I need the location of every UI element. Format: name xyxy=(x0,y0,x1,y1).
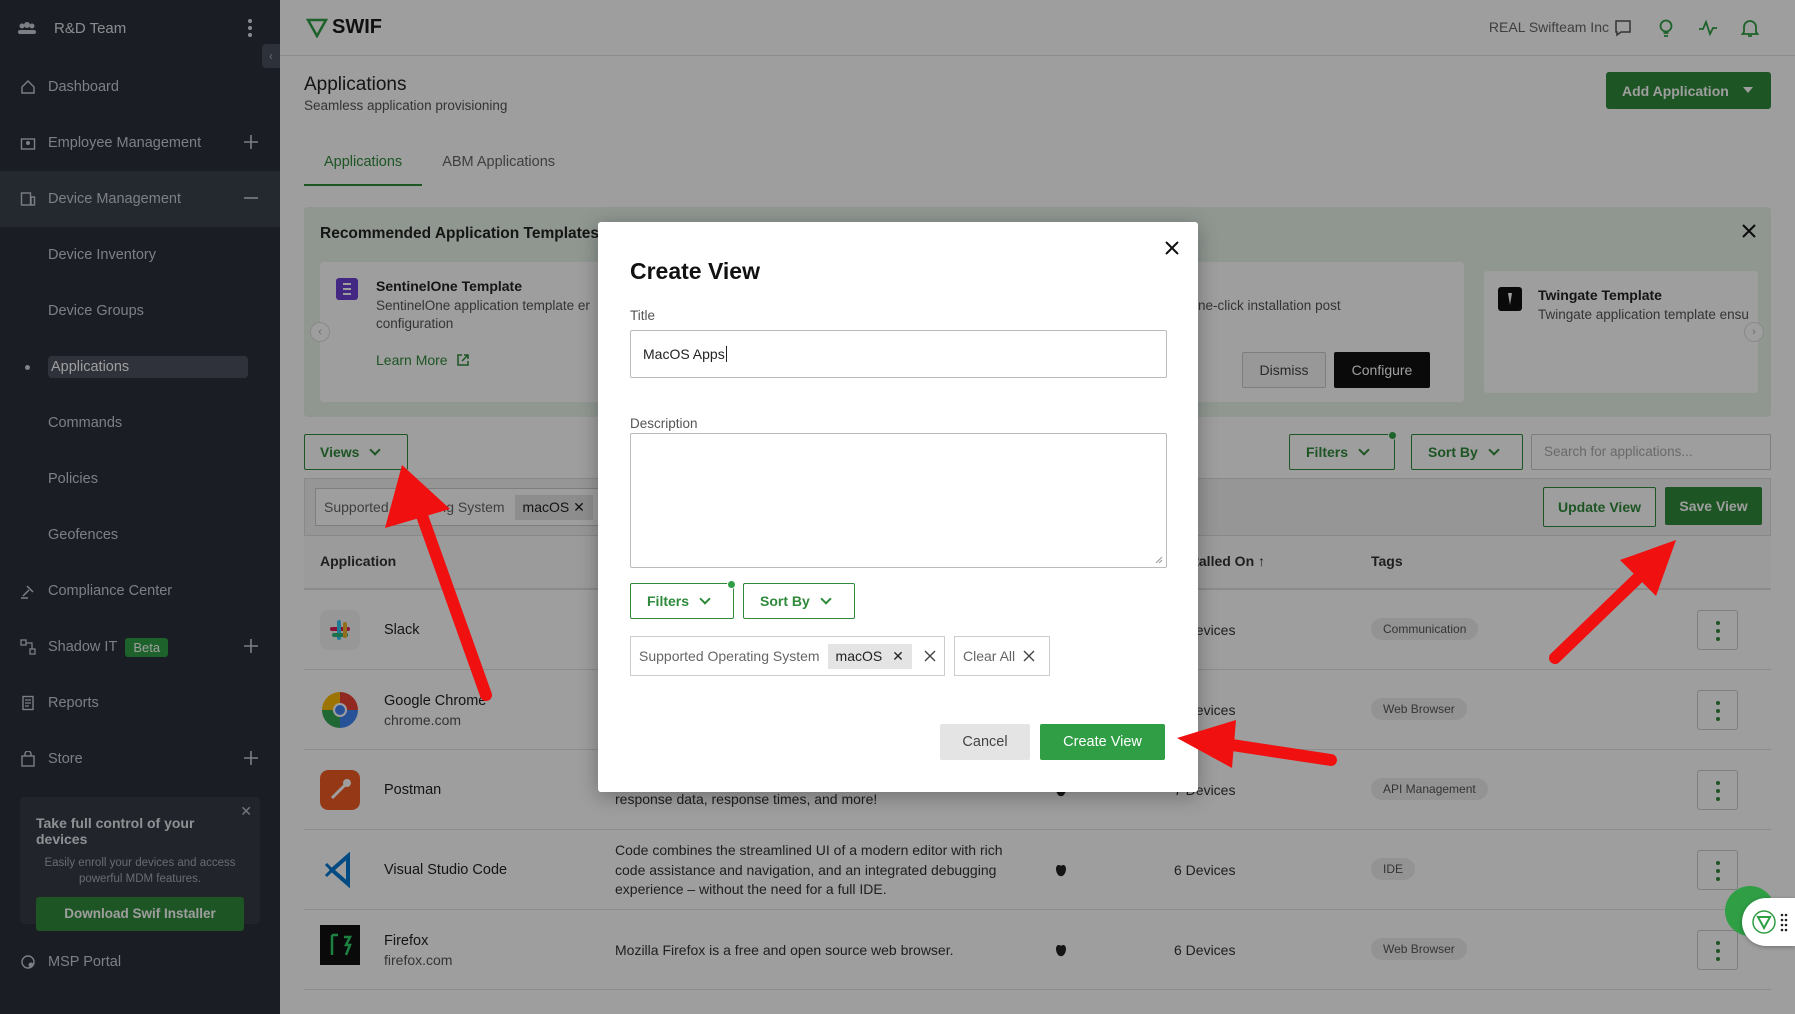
modal-filter-chip-group: Supported Operating System macOS ✕ xyxy=(630,636,945,676)
resize-handle-icon[interactable] xyxy=(1155,556,1163,564)
modal-filters-button[interactable]: Filters xyxy=(630,583,734,619)
description-textarea[interactable] xyxy=(630,433,1167,568)
create-view-dialog: Create View Title MacOS Apps Description… xyxy=(598,222,1198,792)
description-field-label: Description xyxy=(630,416,698,431)
filter-chip[interactable]: macOS ✕ xyxy=(827,643,912,669)
close-icon xyxy=(1023,650,1035,662)
clear-all-label: Clear All xyxy=(963,648,1016,664)
close-icon[interactable] xyxy=(1162,238,1182,258)
filters-label: Filters xyxy=(647,593,690,609)
title-input-value: MacOS Apps xyxy=(643,346,725,362)
title-input[interactable]: MacOS Apps xyxy=(630,330,1167,378)
chevron-down-icon xyxy=(820,593,832,605)
cancel-button[interactable]: Cancel xyxy=(940,724,1030,760)
chevron-down-icon xyxy=(699,593,711,605)
create-view-button[interactable]: Create View xyxy=(1040,724,1165,760)
dialog-title: Create View xyxy=(630,258,760,284)
clear-all-button[interactable]: Clear All xyxy=(954,636,1050,676)
sort-by-label: Sort By xyxy=(760,593,810,609)
filter-chip-value: macOS xyxy=(835,647,883,664)
title-field-label: Title xyxy=(630,308,656,323)
shield-logo-icon xyxy=(1752,910,1776,934)
support-chat-tab[interactable] xyxy=(1742,898,1795,946)
drag-handle-icon[interactable] xyxy=(1780,912,1788,932)
modal-sort-by-button[interactable]: Sort By xyxy=(743,583,855,619)
close-icon[interactable]: ✕ xyxy=(892,648,904,664)
active-filter-dot xyxy=(727,580,736,589)
filter-label: Supported Operating System xyxy=(639,648,820,664)
remove-filter-icon[interactable] xyxy=(924,650,936,662)
